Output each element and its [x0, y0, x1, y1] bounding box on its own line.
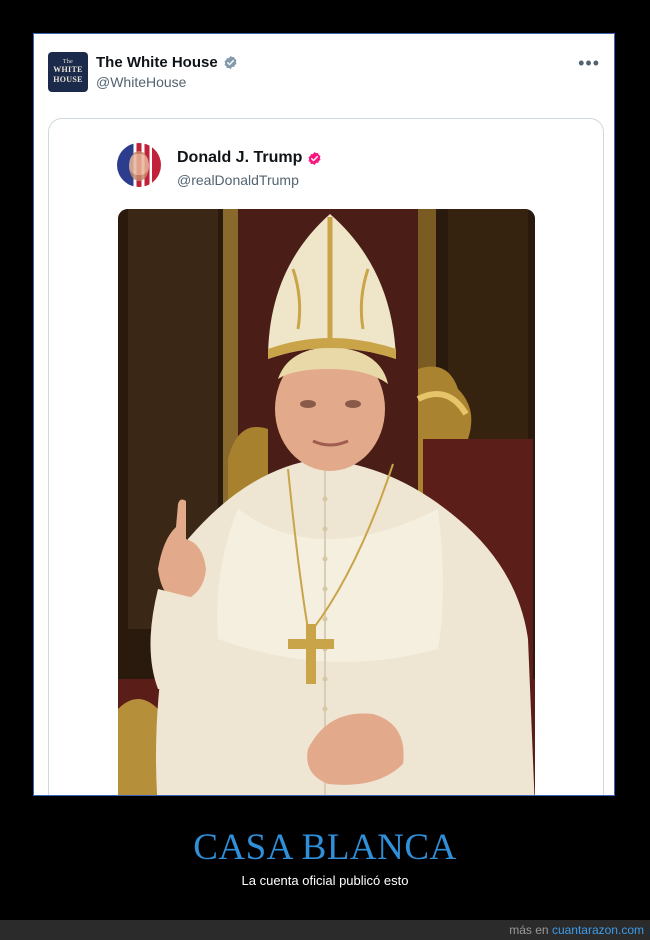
tweet-screenshot: The WHITE HOUSE The White House @WhiteHo…	[33, 33, 615, 796]
account-name-row: The White House	[96, 54, 238, 71]
footer-bar: más en cuantarazon.com	[0, 920, 650, 940]
avatar-text-line: WHITE	[53, 65, 83, 74]
trump-avatar[interactable]	[117, 143, 161, 187]
footer-prefix: más en	[509, 923, 549, 937]
quoted-tweet-card[interactable]: Donald J. Trump @realDonaldTrump	[48, 118, 604, 795]
quoted-account-name[interactable]: Donald J. Trump	[177, 149, 302, 167]
footer-text: más en cuantarazon.com	[509, 923, 644, 937]
more-options-icon[interactable]: •••	[578, 54, 600, 72]
verified-badge-icon	[224, 55, 237, 70]
tweet-header: The WHITE HOUSE The White House @WhiteHo…	[48, 52, 600, 94]
meme-title: CASA BLANCA	[193, 827, 457, 868]
pope-portrait-image[interactable]	[118, 209, 535, 795]
quoted-account-name-row: Donald J. Trump	[177, 149, 322, 167]
account-handle[interactable]: @WhiteHouse	[96, 74, 186, 90]
site-link[interactable]: cuantarazon.com	[552, 923, 644, 937]
white-house-avatar[interactable]: The WHITE HOUSE	[48, 52, 88, 92]
account-name[interactable]: The White House	[96, 54, 218, 71]
meme-subtitle: La cuenta oficial publicó esto	[241, 873, 409, 888]
verified-badge-icon	[308, 151, 321, 165]
avatar-text-line: HOUSE	[53, 75, 83, 84]
quoted-account-handle[interactable]: @realDonaldTrump	[177, 172, 299, 188]
